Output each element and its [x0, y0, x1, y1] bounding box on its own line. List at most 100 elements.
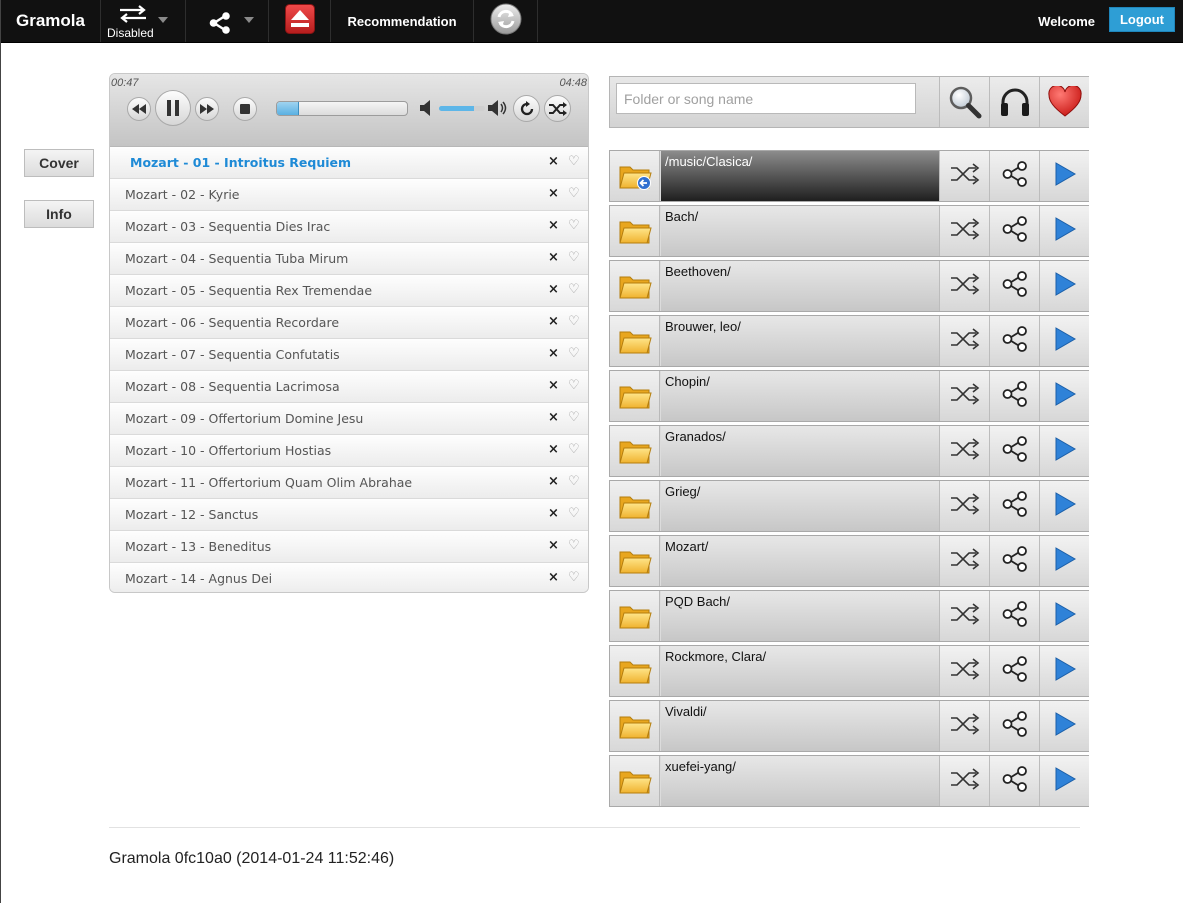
share-folder-button[interactable] [989, 151, 1039, 201]
play-folder-button[interactable] [1039, 151, 1089, 201]
playlist-track[interactable]: Mozart - 02 - Kyrie × ♡ [110, 179, 588, 211]
folder-row[interactable]: Grieg/ [609, 480, 1089, 532]
love-track-icon[interactable]: ♡ [568, 410, 580, 425]
search-input[interactable] [616, 83, 916, 114]
love-track-icon[interactable]: ♡ [568, 538, 580, 553]
play-folder-button[interactable] [1039, 426, 1089, 476]
remove-track-icon[interactable]: × [548, 538, 559, 553]
brand-logo[interactable]: Gramola [1, 0, 101, 42]
headphones-button[interactable] [989, 77, 1039, 127]
playlist-track[interactable]: Mozart - 09 - Offertorium Domine Jesu × ♡ [110, 403, 588, 435]
folder-row[interactable]: xuefei-yang/ [609, 755, 1089, 807]
playlist-track[interactable]: Mozart - 06 - Sequentia Recordare × ♡ [110, 307, 588, 339]
love-track-icon[interactable]: ♡ [568, 218, 580, 233]
folder-row[interactable]: Vivaldi/ [609, 700, 1089, 752]
shuffle-folder-button[interactable] [939, 316, 989, 366]
volume-down-icon[interactable] [420, 100, 434, 121]
folder-icon[interactable] [610, 261, 660, 311]
folder-row[interactable]: Bach/ [609, 205, 1089, 257]
love-track-icon[interactable]: ♡ [568, 570, 580, 585]
folder-name[interactable]: xuefei-yang/ [661, 756, 939, 806]
folder-icon[interactable] [610, 481, 660, 531]
remove-track-icon[interactable]: × [548, 474, 559, 489]
folder-icon[interactable] [610, 426, 660, 476]
love-track-icon[interactable]: ♡ [568, 186, 580, 201]
playlist-track[interactable]: Mozart - 08 - Sequentia Lacrimosa × ♡ [110, 371, 588, 403]
remove-track-icon[interactable]: × [548, 442, 559, 457]
shuffle-folder-button[interactable] [939, 426, 989, 476]
shuffle-folder-button[interactable] [939, 646, 989, 696]
loop-button[interactable] [513, 95, 540, 122]
cover-button[interactable]: Cover [24, 149, 94, 177]
play-folder-button[interactable] [1039, 701, 1089, 751]
shuffle-folder-button[interactable] [939, 481, 989, 531]
shuffle-folder-button[interactable] [939, 206, 989, 256]
folder-name[interactable]: Brouwer, leo/ [661, 316, 939, 366]
folder-icon[interactable] [610, 591, 660, 641]
remove-track-icon[interactable]: × [548, 410, 559, 425]
recommendation-link[interactable]: Recommendation [331, 0, 474, 42]
volume-up-icon[interactable] [488, 100, 508, 121]
playlist-track[interactable]: Mozart - 13 - Beneditus × ♡ [110, 531, 588, 563]
folder-name[interactable]: PQD Bach/ [661, 591, 939, 641]
share-folder-button[interactable] [989, 646, 1039, 696]
play-folder-button[interactable] [1039, 261, 1089, 311]
track-title[interactable]: Mozart - 07 - Sequentia Confutatis [125, 347, 340, 362]
remove-track-icon[interactable]: × [548, 506, 559, 521]
playlist-track[interactable]: Mozart - 14 - Agnus Dei × ♡ [110, 563, 588, 592]
playlist-track[interactable]: Mozart - 03 - Sequentia Dies Irac × ♡ [110, 211, 588, 243]
track-title[interactable]: Mozart - 10 - Offertorium Hostias [125, 443, 331, 458]
share-folder-button[interactable] [989, 206, 1039, 256]
folder-row[interactable]: Rockmore, Clara/ [609, 645, 1089, 697]
remove-track-icon[interactable]: × [548, 218, 559, 233]
folder-name[interactable]: Grieg/ [661, 481, 939, 531]
folder-name[interactable]: Granados/ [661, 426, 939, 476]
remove-track-icon[interactable]: × [548, 282, 559, 297]
shuffle-folder-button[interactable] [939, 756, 989, 806]
love-track-icon[interactable]: ♡ [568, 314, 580, 329]
share-folder-button[interactable] [989, 316, 1039, 366]
track-title[interactable]: Mozart - 03 - Sequentia Dies Irac [125, 219, 330, 234]
love-track-icon[interactable]: ♡ [568, 506, 580, 521]
play-folder-button[interactable] [1039, 481, 1089, 531]
remove-track-icon[interactable]: × [548, 570, 559, 585]
shuffle-folder-button[interactable] [939, 701, 989, 751]
favorites-button[interactable] [1039, 77, 1089, 127]
shuffle-folder-button[interactable] [939, 591, 989, 641]
seek-bar[interactable] [276, 101, 408, 116]
previous-button[interactable] [127, 97, 151, 121]
folder-name[interactable]: Chopin/ [661, 371, 939, 421]
play-folder-button[interactable] [1039, 536, 1089, 586]
folder-icon[interactable] [610, 206, 660, 256]
shuffle-button[interactable] [544, 95, 571, 122]
play-folder-button[interactable] [1039, 591, 1089, 641]
folder-row[interactable]: Beethoven/ [609, 260, 1089, 312]
play-folder-button[interactable] [1039, 756, 1089, 806]
share-folder-button[interactable] [989, 701, 1039, 751]
remove-track-icon[interactable]: × [548, 250, 559, 265]
love-track-icon[interactable]: ♡ [568, 346, 580, 361]
folder-icon[interactable] [610, 756, 660, 806]
love-track-icon[interactable]: ♡ [568, 442, 580, 457]
love-track-icon[interactable]: ♡ [568, 250, 580, 265]
share-folder-button[interactable] [989, 756, 1039, 806]
folder-icon[interactable] [610, 646, 660, 696]
playlist-track[interactable]: Mozart - 10 - Offertorium Hostias × ♡ [110, 435, 588, 467]
folder-name[interactable]: Beethoven/ [661, 261, 939, 311]
share-dropdown[interactable] [186, 0, 269, 42]
playlist-track[interactable]: Mozart - 04 - Sequentia Tuba Mirum × ♡ [110, 243, 588, 275]
track-title[interactable]: Mozart - 09 - Offertorium Domine Jesu [125, 411, 363, 426]
folder-icon[interactable] [610, 701, 660, 751]
shuffle-folder-button[interactable] [939, 261, 989, 311]
play-folder-button[interactable] [1039, 646, 1089, 696]
share-folder-button[interactable] [989, 591, 1039, 641]
track-title[interactable]: Mozart - 13 - Beneditus [125, 539, 271, 554]
playlist-track[interactable]: Mozart - 01 - Introitus Requiem × ♡ [110, 147, 588, 179]
track-title[interactable]: Mozart - 08 - Sequentia Lacrimosa [125, 379, 340, 394]
playlist-track[interactable]: Mozart - 05 - Sequentia Rex Tremendae × ♡ [110, 275, 588, 307]
share-folder-button[interactable] [989, 261, 1039, 311]
play-folder-button[interactable] [1039, 371, 1089, 421]
shuffle-folder-button[interactable] [939, 371, 989, 421]
stop-button[interactable] [233, 97, 257, 121]
track-title[interactable]: Mozart - 05 - Sequentia Rex Tremendae [125, 283, 372, 298]
